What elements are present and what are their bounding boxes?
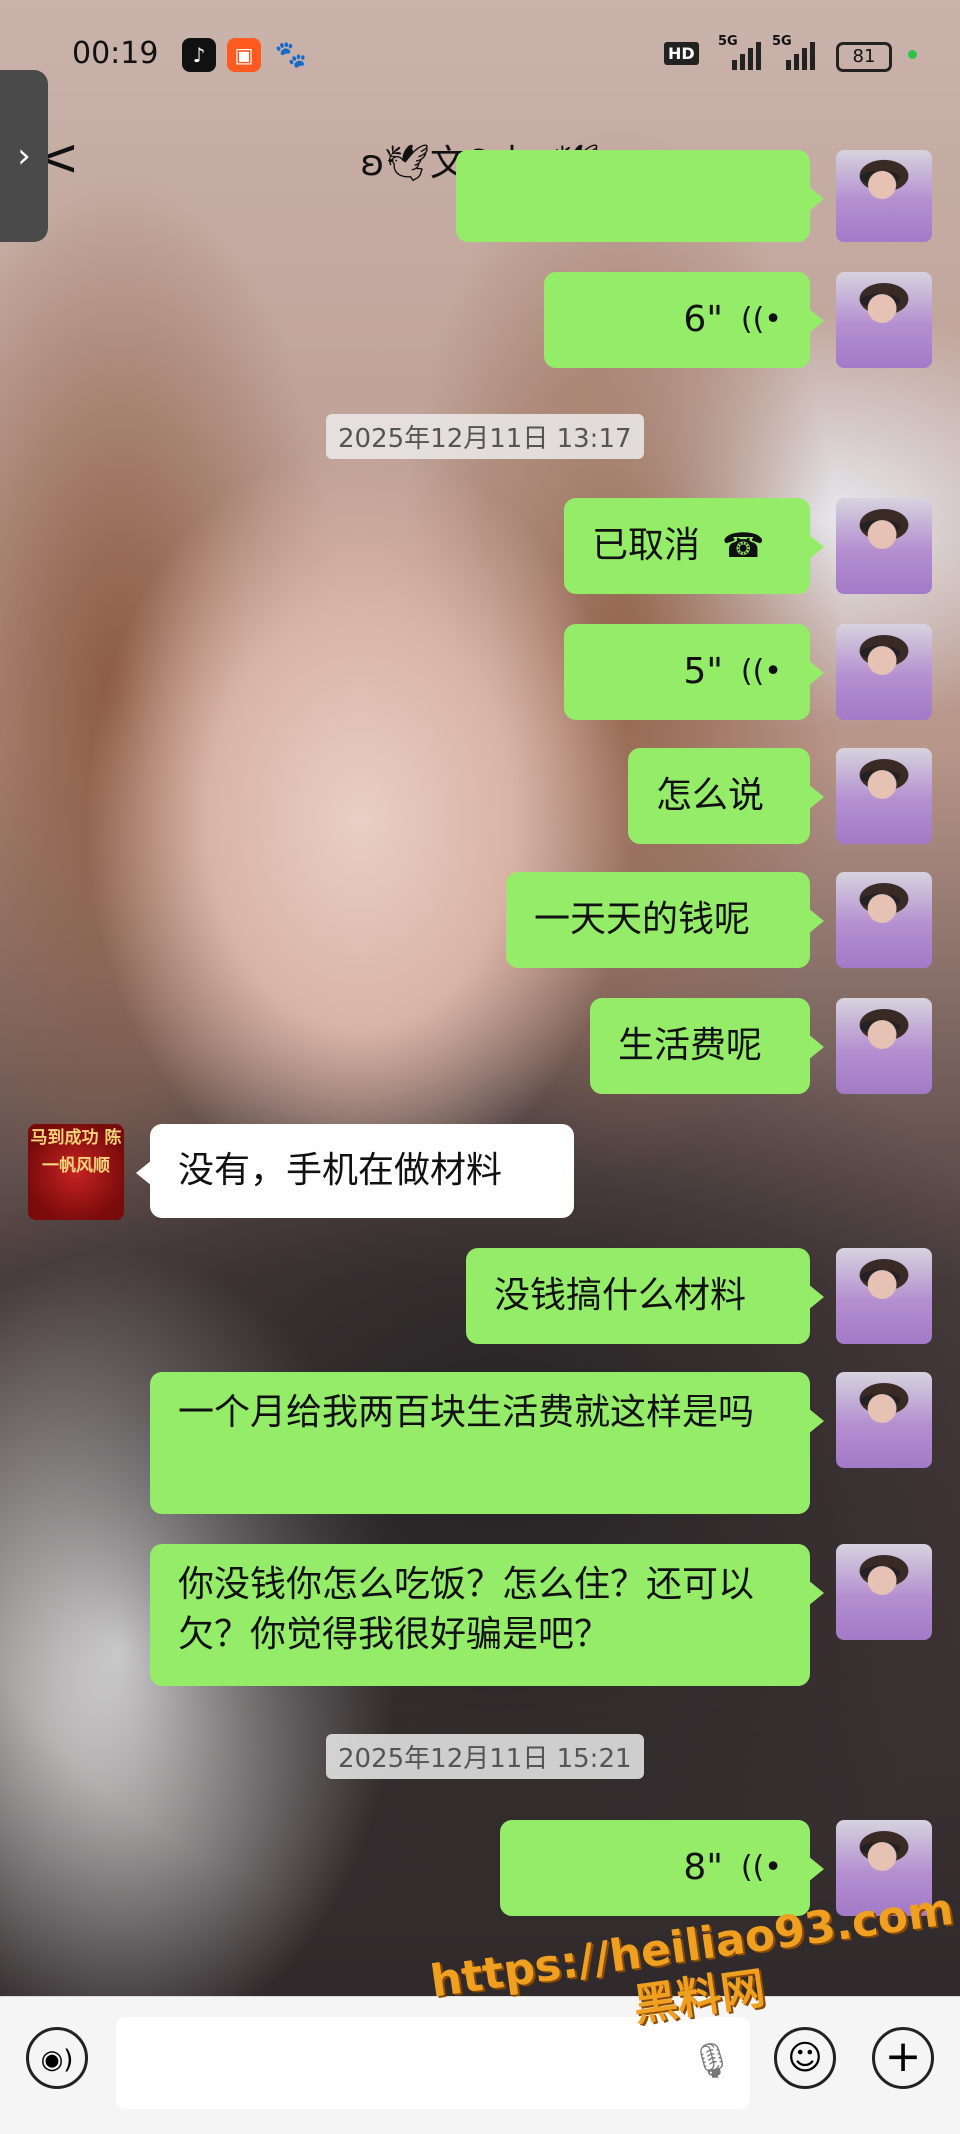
avatar[interactable] — [836, 748, 932, 844]
timestamp: 2025年12月11日 15:21 — [326, 1734, 644, 1779]
text-message[interactable]: 一天天的钱呢 — [506, 872, 824, 968]
hd-indicator: HD — [664, 42, 699, 65]
call-cancelled-message[interactable]: 已取消 ☎ — [564, 498, 824, 594]
status-time: 00:19 — [72, 36, 159, 71]
voice-toggle-icon[interactable]: ◉) — [26, 2027, 88, 2089]
avatar[interactable] — [836, 150, 932, 242]
text-message[interactable]: 没钱搞什么材料 — [466, 1248, 824, 1344]
call-status-text: 已取消 — [592, 525, 701, 566]
message-bubble-partial[interactable] — [456, 150, 824, 242]
signal-5g-2-icon: 5G — [772, 34, 815, 70]
signal-5g-1-icon: 5G — [718, 34, 761, 70]
voice-duration: 6" — [683, 299, 723, 340]
voice-duration: 8" — [683, 1847, 723, 1888]
text-message[interactable]: 怎么说 — [628, 748, 824, 844]
emoji-icon[interactable]: ☺ — [774, 2027, 836, 2089]
charging-dot — [908, 50, 917, 59]
battery-icon: 81 — [836, 42, 892, 72]
avatar[interactable] — [836, 1372, 932, 1468]
text-message-received[interactable]: 没有，手机在做材料 — [136, 1124, 574, 1218]
microphone-icon[interactable]: 🎙 — [690, 2041, 733, 2081]
voice-message[interactable]: 6" ((• — [544, 272, 824, 368]
voice-wave-icon: ((• — [740, 654, 782, 689]
avatar[interactable] — [836, 498, 932, 594]
avatar[interactable] — [836, 272, 932, 368]
message-text: 怎么说 — [656, 775, 765, 816]
message-text: 一天天的钱呢 — [534, 899, 751, 940]
timestamp: 2025年12月11日 13:17 — [326, 414, 644, 459]
avatar[interactable] — [836, 624, 932, 720]
avatar[interactable] — [836, 1248, 932, 1344]
kuaishou-icon: ▣ — [227, 38, 261, 72]
avatar[interactable] — [836, 872, 932, 968]
text-message[interactable]: 你没钱你怎么吃饭？怎么住？还可以欠？你觉得我很好骗是吧？ — [150, 1544, 824, 1686]
message-text: 一个月给我两百块生活费就这样是吗 — [178, 1392, 755, 1433]
message-text: 没有，手机在做材料 — [178, 1150, 503, 1191]
contact-avatar[interactable]: 马到成功 陈 一帆风顺 — [28, 1124, 124, 1220]
hangup-icon: ☎ — [722, 526, 765, 566]
avatar[interactable] — [836, 998, 932, 1094]
edge-back-handle[interactable]: › — [0, 70, 48, 242]
voice-message[interactable]: 8" ((• — [500, 1820, 824, 1916]
voice-message[interactable]: 5" ((• — [564, 624, 824, 720]
message-input[interactable] — [116, 2017, 750, 2109]
avatar[interactable] — [836, 1544, 932, 1640]
tiktok-icon: ♪ — [182, 38, 216, 72]
voice-duration: 5" — [683, 651, 723, 692]
text-message[interactable]: 生活费呢 — [590, 998, 824, 1094]
plus-icon[interactable]: + — [872, 2027, 934, 2089]
baidu-paw-icon: 🐾 — [274, 40, 308, 70]
message-text: 没钱搞什么材料 — [494, 1275, 747, 1316]
voice-wave-icon: ((• — [740, 1850, 782, 1885]
text-message[interactable]: 一个月给我两百块生活费就这样是吗 — [150, 1372, 824, 1514]
message-text: 你没钱你怎么吃饭？怎么住？还可以欠？你觉得我很好骗是吧？ — [178, 1564, 755, 1655]
voice-wave-icon: ((• — [740, 302, 782, 337]
message-text: 生活费呢 — [618, 1025, 763, 1066]
status-bar: 00:19 ♪ ▣ 🐾 HD 5G 5G 81 — [0, 0, 960, 110]
